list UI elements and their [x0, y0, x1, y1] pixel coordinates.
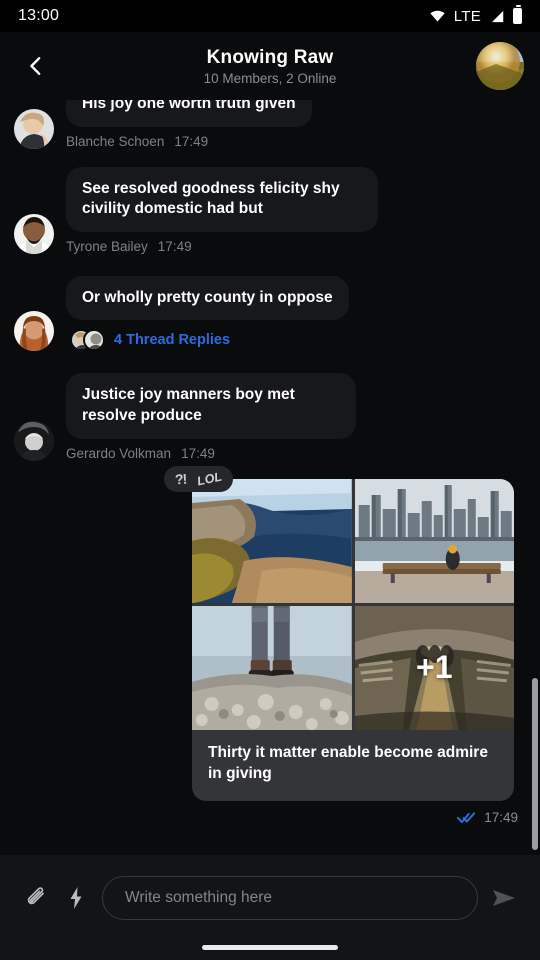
message-input-placeholder: Write something here: [125, 889, 273, 906]
message-time: 17:49: [174, 133, 209, 149]
thread-replies-link[interactable]: 4 Thread Replies: [70, 329, 231, 352]
gallery-image-overflow[interactable]: +1: [354, 605, 514, 730]
message-content: Justice joy manners boy met resolve prod…: [66, 373, 356, 461]
status-bar-clock: 13:00: [18, 7, 60, 24]
status-bar-icons: LTE: [429, 5, 522, 25]
thread-replies-label: 4 Thread Replies: [114, 332, 231, 349]
status-bar: 13:00 LTE: [0, 0, 540, 32]
message-content: See resolved goodness felicity shy civil…: [66, 166, 378, 254]
avatar-image: [14, 420, 54, 461]
message-time: 17:49: [181, 445, 215, 461]
message-row: Or wholly pretty county in oppose 4 Thre…: [0, 275, 540, 352]
message-receipt: 17:49: [192, 801, 540, 825]
message-bubble[interactable]: Or wholly pretty county in oppose: [66, 275, 349, 321]
message-sender: Gerardo Volkman: [66, 445, 172, 461]
image-gallery[interactable]: +1 Thirty it matter enable become admire…: [192, 478, 514, 801]
signal-icon: [492, 10, 504, 22]
message-content: His joy one worth truth given Blanche Sc…: [66, 100, 312, 149]
message-row: Justice joy manners boy met resolve prod…: [0, 373, 540, 461]
receipt-time: 17:49: [484, 809, 518, 825]
chat-header: Knowing Raw 10 Members, 2 Online: [0, 32, 540, 100]
message-content: Or wholly pretty county in oppose 4 Thre…: [66, 275, 349, 352]
city-skyline-bench-photo: [354, 478, 514, 603]
group-avatar-image: [476, 42, 524, 90]
send-button[interactable]: [484, 876, 524, 920]
thread-avatar-image: [85, 331, 103, 350]
message-sender: Tyrone Bailey: [66, 238, 148, 254]
message-list[interactable]: His joy one worth truth given Blanche Sc…: [0, 100, 540, 855]
avatar[interactable]: [14, 108, 54, 149]
thread-participant-avatars: [70, 329, 105, 352]
double-check-icon: [457, 811, 476, 823]
network-type-label: LTE: [453, 7, 481, 25]
interrobang-sticker[interactable]: ?!: [174, 470, 186, 487]
avatar[interactable]: [14, 420, 54, 461]
paperclip-icon: [27, 887, 44, 905]
send-icon: [493, 890, 515, 906]
coastal-cliff-photo: [192, 478, 352, 603]
chevron-left-icon: [30, 57, 41, 75]
message-time: 17:49: [157, 238, 192, 254]
overflow-count-label: +1: [416, 649, 453, 686]
message-row: His joy one worth truth given Blanche Sc…: [0, 100, 540, 149]
system-navigation-bar: [0, 934, 540, 960]
header-subtitle: 10 Members, 2 Online: [203, 70, 337, 86]
message-meta: Gerardo Volkman 17:49: [66, 446, 215, 461]
message-bubble[interactable]: See resolved goodness felicity shy civil…: [66, 166, 378, 232]
avatar-image: [14, 213, 54, 254]
avatar[interactable]: [14, 311, 54, 352]
image-grid: +1: [192, 478, 514, 730]
wifi-icon: [430, 10, 445, 21]
message-row: See resolved goodness felicity shy civil…: [0, 166, 540, 254]
message-bubble[interactable]: His joy one worth truth given: [66, 100, 312, 127]
page-title: Knowing Raw: [206, 46, 334, 68]
attachment-message: ?! LOL +1 Thirty it matter enable become…: [0, 465, 540, 825]
message-meta: Tyrone Bailey 17:49: [66, 239, 192, 254]
reaction-pill[interactable]: ?! LOL: [164, 465, 234, 492]
header-title-block: Knowing Raw 10 Members, 2 Online: [0, 32, 540, 100]
back-button[interactable]: [16, 46, 56, 86]
gallery-image[interactable]: [192, 605, 352, 730]
chat-scrollbar[interactable]: [532, 678, 538, 850]
avatar-image: [14, 108, 54, 149]
boots-on-cliff-edge-photo: [192, 605, 352, 730]
message-sender: Blanche Schoen: [66, 133, 165, 149]
group-avatar[interactable]: [476, 42, 524, 90]
battery-icon: [513, 5, 522, 24]
lol-sticker[interactable]: LOL: [196, 469, 223, 488]
thread-avatar: [83, 329, 105, 352]
message-input[interactable]: Write something here: [102, 876, 478, 920]
lightning-bolt-icon: [70, 887, 82, 909]
home-indicator[interactable]: [202, 944, 338, 950]
avatar-image: [14, 311, 54, 352]
message-bubble[interactable]: Justice joy manners boy met resolve prod…: [66, 373, 356, 439]
avatar[interactable]: [14, 213, 54, 254]
attachment-caption: Thirty it matter enable become admire in…: [208, 743, 488, 782]
attach-file-button[interactable]: [16, 876, 56, 920]
message-meta: Blanche Schoen 17:49: [66, 134, 208, 149]
gallery-image[interactable]: [192, 478, 352, 603]
quick-action-button[interactable]: [56, 876, 96, 920]
gallery-image[interactable]: [354, 478, 514, 603]
